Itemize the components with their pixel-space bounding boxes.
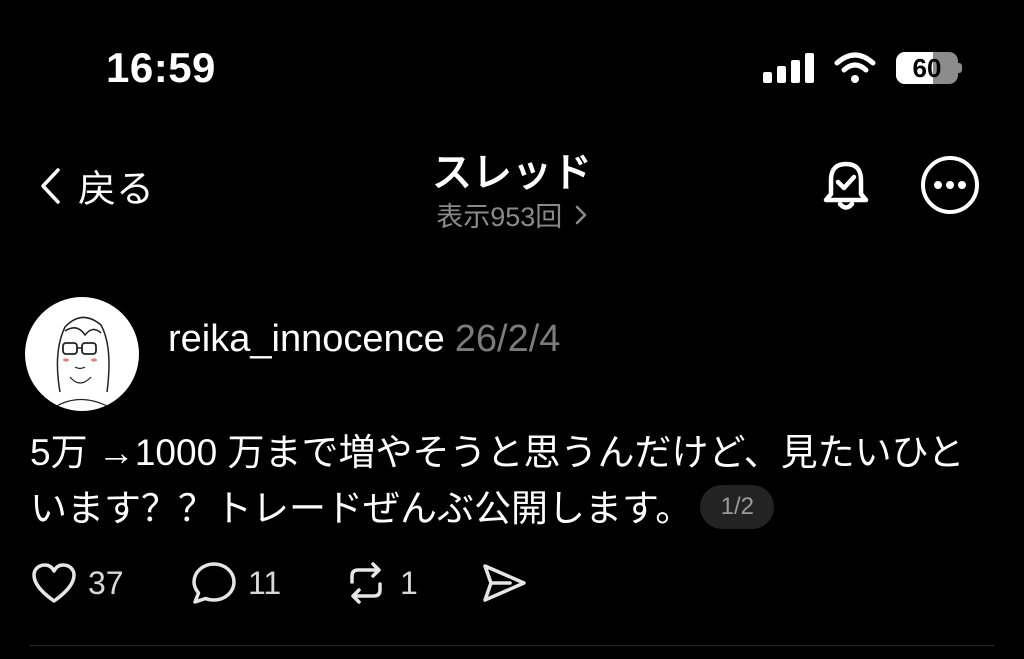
post-date: 26/2/4 [454, 318, 561, 360]
status-icons: 60 [763, 52, 962, 84]
post-text-line-1: 5万 →1000 万まで増やそうと思うんだけど、見たいひと [30, 432, 965, 473]
post-text: 5万 →1000 万まで増やそうと思うんだけど、見たいひと います？？トレードぜ… [30, 425, 990, 537]
repost-count: 1 [400, 564, 418, 601]
more-icon [921, 156, 979, 214]
username[interactable]: reika_innocence [168, 318, 445, 360]
like-count: 37 [88, 564, 124, 601]
thread-screen: 16:59 60 戻る スレッド 表示953回 reika_innocence … [0, 0, 1024, 659]
page-indicator-badge: 1/2 [700, 485, 775, 530]
notification-button[interactable] [817, 154, 875, 219]
chevron-right-icon [575, 205, 587, 224]
repost-button[interactable]: 1 [342, 560, 480, 606]
repost-icon [350, 562, 382, 604]
wifi-icon [834, 52, 876, 83]
battery-level: 60 [912, 53, 942, 83]
divider [30, 645, 994, 646]
avatar[interactable] [25, 297, 139, 411]
signal-icon [763, 53, 814, 83]
bell-check-icon [823, 161, 869, 210]
share-button[interactable] [480, 561, 528, 605]
post-text-line-2: います？？トレードぜんぶ公開します。 1/2 [30, 481, 990, 537]
post-actions: 37 11 1 [30, 560, 528, 606]
reply-button[interactable]: 11 [190, 560, 342, 606]
post-meta: reika_innocence 26/2/4 [168, 318, 560, 361]
battery-icon: 60 [896, 52, 962, 84]
reply-count: 11 [248, 564, 282, 601]
post-text-line-2-content: います？？トレードぜんぶ公開します。 [30, 488, 693, 529]
status-time: 16:59 [106, 44, 216, 91]
heart-icon [32, 563, 76, 603]
comment-icon [192, 562, 236, 604]
avatar-illustration [54, 316, 110, 408]
more-options-button[interactable] [919, 154, 981, 221]
view-count-label: 表示953回 [436, 202, 563, 232]
like-button[interactable]: 37 [30, 561, 190, 605]
send-icon [483, 564, 526, 602]
